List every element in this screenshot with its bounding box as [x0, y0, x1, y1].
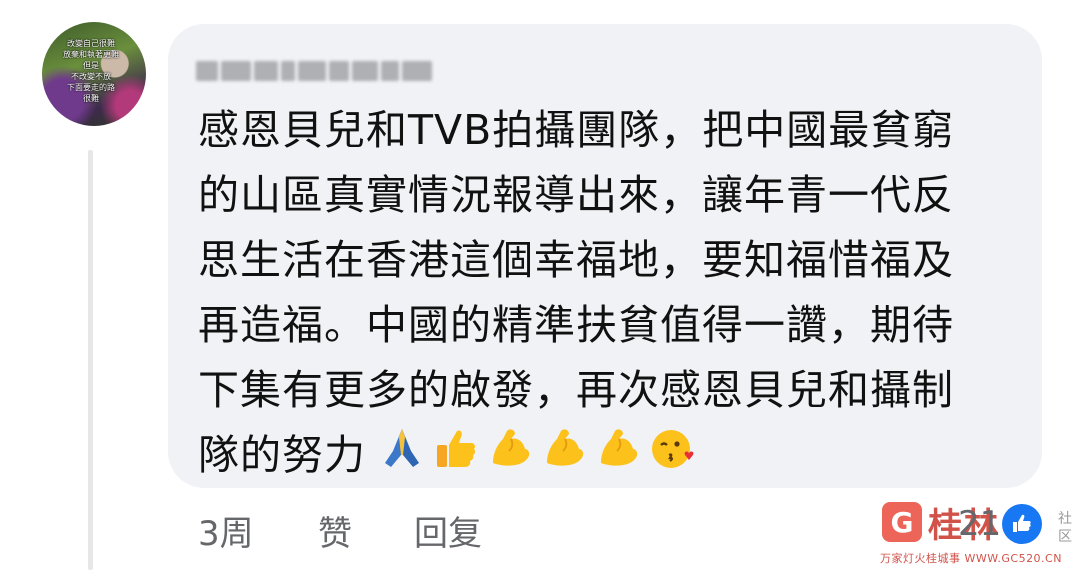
avatar-caption-line: 下面要走的路: [67, 83, 115, 92]
like-button[interactable]: 赞: [318, 506, 352, 555]
avatar-caption: 改變自己很難 放棄和執著更難 但是 不改變不放 下面要走的路 很難: [56, 38, 126, 104]
comment-line: 再造福。中國的精準扶貧值得一讚，期待: [198, 301, 954, 349]
folded-hands-icon: [378, 424, 426, 472]
thumbs-up-icon: [432, 424, 480, 472]
flexed-biceps-icon: [540, 424, 588, 472]
avatar-caption-line: 放棄和執著更難: [63, 50, 119, 59]
watermark-subtitle: 万家灯火桂城事 WWW.GC520.CN: [880, 552, 1062, 565]
thread-line: [88, 150, 93, 570]
comment-screen: 改變自己很難 放棄和執著更難 但是 不改變不放 下面要走的路 很難 感恩貝兒和T…: [0, 0, 1080, 570]
comment-line: 感恩貝兒和TVB拍攝團隊，把中國最貧窮: [198, 106, 955, 154]
comment-line: 下集有更多的啟發，再次感恩貝兒和攝制: [198, 366, 954, 414]
comment-line: 思生活在香港這個幸福地，要知福惜福及: [198, 236, 954, 284]
author-name-blurred[interactable]: [196, 56, 436, 86]
avatar-caption-line: 但是: [83, 61, 99, 70]
comment-line: 的山區真實情況報導出來，讓年青一代反: [198, 171, 954, 219]
avatar[interactable]: 改變自己很難 放棄和執著更難 但是 不改變不放 下面要走的路 很難: [42, 22, 146, 126]
reply-button[interactable]: 回复: [414, 506, 482, 555]
emoji-row: [378, 418, 696, 478]
like-count[interactable]: 21: [958, 504, 1001, 544]
comment-line: 隊的努力: [198, 431, 366, 479]
flexed-biceps-icon: [486, 424, 534, 472]
watermark-logo-icon: G: [882, 502, 922, 542]
like-reaction-icon[interactable]: [1002, 504, 1042, 544]
avatar-caption-line: 改變自己很難: [67, 39, 115, 48]
comment-time: 3周: [198, 514, 254, 554]
watermark-side-label: 社区: [1058, 511, 1072, 545]
flexed-biceps-icon: [594, 424, 642, 472]
face-blowing-kiss-icon: [648, 424, 696, 472]
avatar-caption-line: 很難: [83, 94, 99, 103]
avatar-caption-line: 不改變不放: [71, 72, 111, 81]
